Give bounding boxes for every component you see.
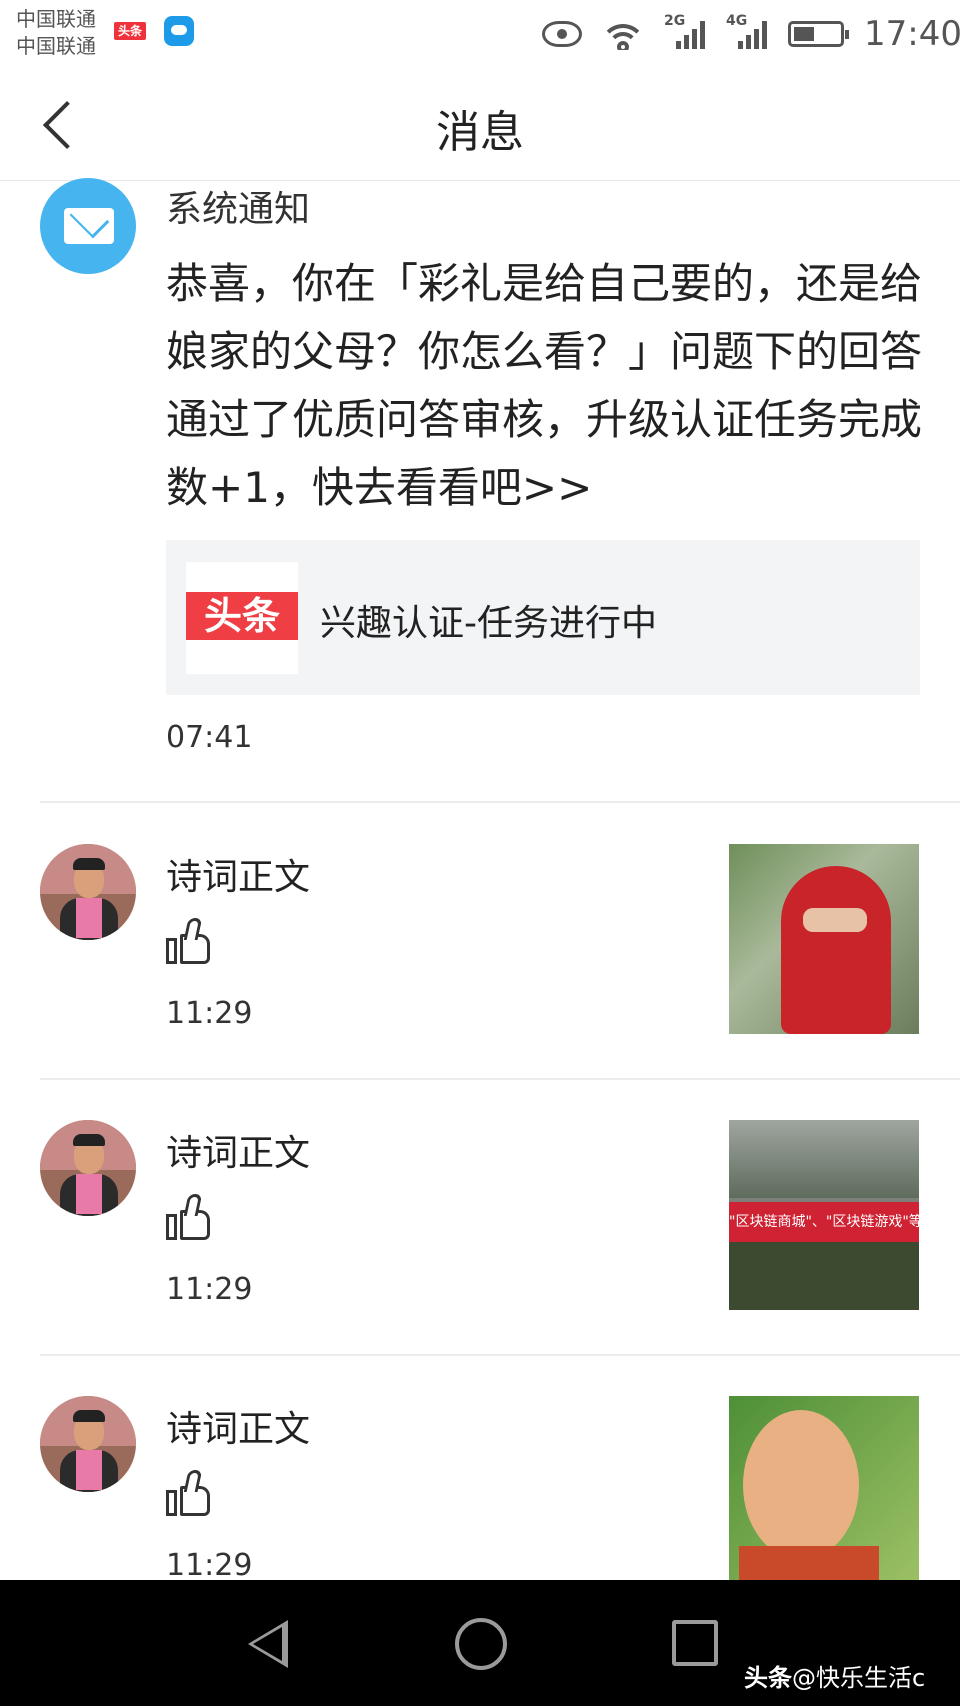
signal-4g-icon: 4G (726, 13, 770, 51)
eye-comfort-icon (542, 21, 582, 47)
user-avatar[interactable] (40, 844, 136, 940)
system-notice-body[interactable]: 恭喜，你在「彩礼是给自己要的，还是给娘家的父母？你怎么看？」问题下的回答通过了优… (166, 250, 926, 522)
signal-2g-icon: 2G (664, 13, 708, 51)
content-thumbnail[interactable]: "区块链商城"、"区块链游戏"等从事虚拟 (729, 1120, 919, 1310)
thumbs-up-icon (166, 1470, 214, 1518)
toutiao-notification-icon: 头条 (114, 22, 146, 40)
message-time: 11:29 (166, 996, 253, 1031)
divider (40, 1354, 960, 1356)
system-notice-name: 系统通知 (166, 189, 311, 230)
user-avatar[interactable] (40, 1396, 136, 1492)
wifi-icon (600, 18, 646, 50)
carrier-1: 中国联通 (16, 7, 96, 31)
user-name[interactable]: 诗词正文 (166, 1400, 310, 1452)
message-time: 11:29 (166, 1272, 253, 1307)
thumbs-up-icon (166, 1194, 214, 1242)
task-card-text: 兴趣认证-任务进行中 (320, 603, 657, 644)
user-name[interactable]: 诗词正文 (166, 1124, 310, 1176)
carrier-2: 中国联通 (16, 34, 96, 58)
user-name[interactable]: 诗词正文 (166, 848, 310, 900)
nav-recent-icon[interactable] (672, 1620, 718, 1666)
nav-home-icon[interactable] (455, 1618, 507, 1670)
task-card[interactable]: 头条 兴趣认证-任务进行中 (166, 540, 920, 695)
toutiao-logo: 头条 (186, 562, 298, 674)
chat-notification-icon (164, 16, 194, 46)
watermark-handle: @快乐生活c (792, 1664, 926, 1692)
watermark: 头条@快乐生活c (744, 1658, 925, 1693)
user-avatar[interactable] (40, 1120, 136, 1216)
system-nav-bar: 头条@快乐生活c (0, 1580, 960, 1706)
status-time: 17:40 (864, 14, 960, 54)
system-avatar[interactable] (40, 178, 136, 274)
header-bar: 消息 (0, 66, 960, 181)
thumbnail-banner-text: "区块链商城"、"区块链游戏"等从事虚拟 (729, 1202, 919, 1242)
watermark-brand: 头条 (744, 1664, 792, 1692)
battery-icon (788, 21, 849, 47)
carrier-labels: 中国联通 中国联通 (16, 6, 96, 60)
page-title: 消息 (436, 107, 524, 158)
content-thumbnail[interactable] (729, 1396, 919, 1580)
system-notice-time: 07:41 (166, 720, 253, 755)
content-thumbnail[interactable] (729, 844, 919, 1034)
message-time: 11:29 (166, 1548, 253, 1583)
mail-icon (64, 208, 114, 244)
status-bar: 中国联通 中国联通 头条 2G 4G 17:40 (0, 0, 960, 66)
nav-back-icon[interactable] (248, 1620, 288, 1668)
divider (40, 801, 960, 803)
thumbs-up-icon (166, 918, 214, 966)
status-icons: 2G 4G 17:40 (542, 13, 960, 54)
divider (40, 1078, 960, 1080)
